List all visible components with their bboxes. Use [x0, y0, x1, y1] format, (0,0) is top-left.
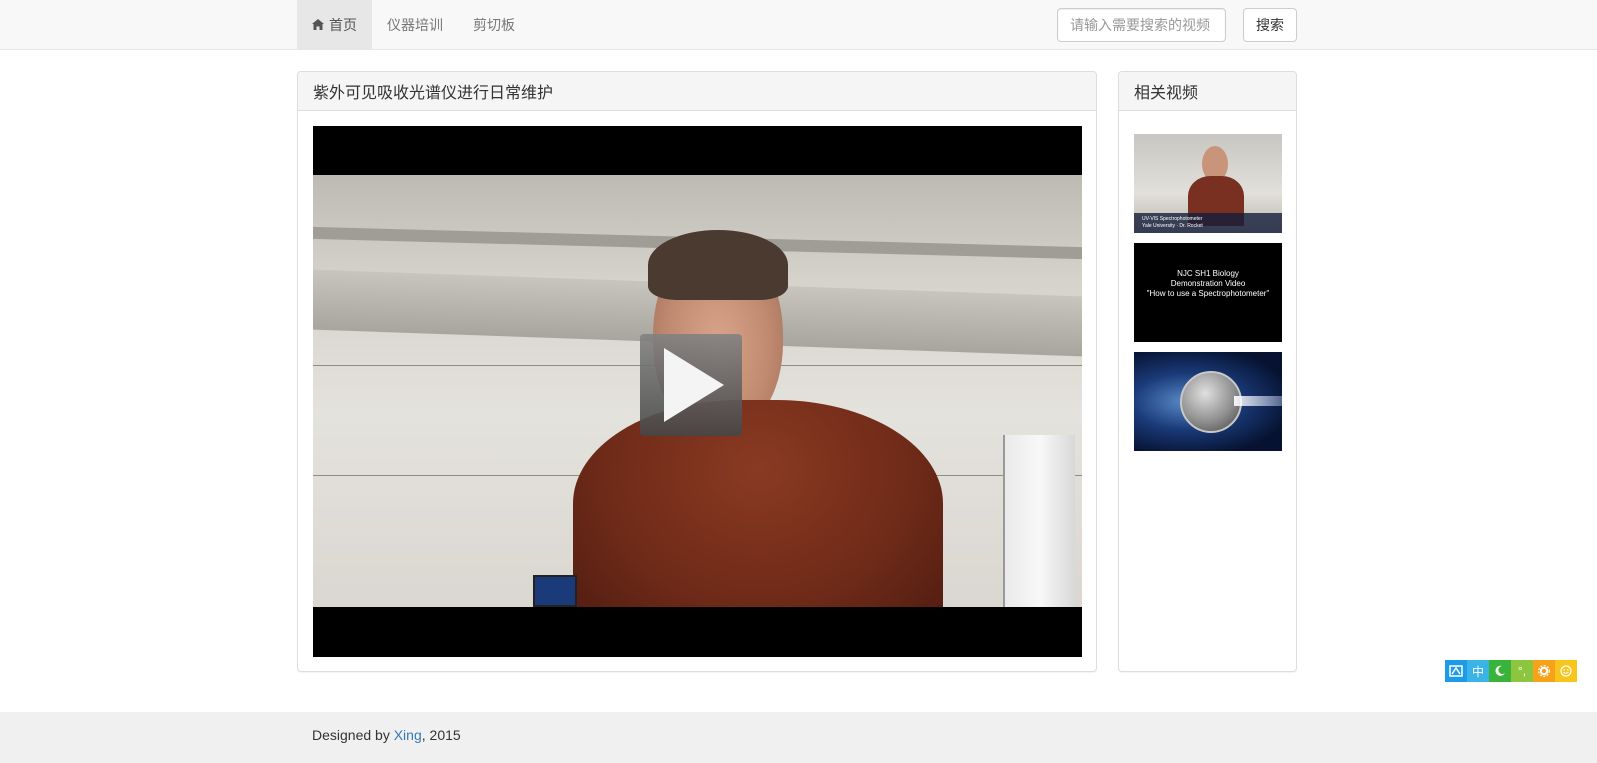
related-videos-title: 相关视频 — [1119, 72, 1296, 111]
related-video-thumbnail-1[interactable]: UV-VIS Spectrophotometer Yale University… — [1134, 134, 1282, 233]
thumb-text-line2: Demonstration Video — [1170, 278, 1246, 288]
ime-logo-icon[interactable] — [1445, 660, 1467, 682]
top-navbar: 首页 仪器培训 剪切板 搜索 — [0, 0, 1597, 50]
lab-equipment — [1003, 435, 1075, 607]
nav-item-clipboard-label: 剪切板 — [473, 16, 515, 33]
video-title: 紫外可见吸收光谱仪进行日常维护 — [298, 72, 1096, 111]
thumb-sphere — [1180, 371, 1242, 433]
related-video-thumbnail-2[interactable]: NJC SH1 Biology Demonstration Video "How… — [1134, 243, 1282, 342]
thumb-light-beam — [1234, 396, 1282, 406]
video-player[interactable] — [313, 126, 1082, 657]
search-button[interactable]: 搜索 — [1243, 8, 1297, 42]
nav-item-training[interactable]: 仪器培训 — [372, 0, 458, 49]
smiley-icon[interactable] — [1555, 660, 1577, 682]
nav-item-home[interactable]: 首页 — [297, 0, 372, 49]
nav-item-clipboard[interactable]: 剪切板 — [458, 0, 530, 49]
related-videos-panel: 相关视频 UV-VIS Spectrophotometer Yale Unive… — [1118, 71, 1297, 672]
footer-author-link[interactable]: Xing — [394, 727, 422, 743]
presenter-hair — [648, 230, 788, 300]
play-icon — [664, 348, 724, 422]
nav-item-home-label: 首页 — [329, 16, 357, 33]
play-button[interactable] — [640, 334, 742, 436]
footer-suffix: , 2015 — [421, 727, 461, 743]
moon-icon[interactable] — [1489, 660, 1511, 682]
search-input[interactable] — [1057, 8, 1226, 42]
footer-prefix: Designed by — [312, 727, 394, 743]
footer: Designed by Xing, 2015 — [0, 712, 1597, 763]
video-panel: 紫外可见吸收光谱仪进行日常维护 — [297, 71, 1097, 672]
presenter-body — [573, 400, 943, 607]
chinese-mode-icon[interactable]: 中 — [1467, 660, 1489, 682]
footer-credit: Designed by Xing, 2015 — [312, 727, 461, 743]
related-video-thumbnail-3[interactable] — [1134, 352, 1282, 451]
thumb-caption-line1: UV-VIS Spectrophotometer — [1142, 216, 1203, 222]
ime-toolbar: 中 °, — [1445, 660, 1577, 682]
thumb-text-line1: NJC SH1 Biology — [1177, 268, 1239, 278]
thumb-caption-line2: Yale University · Dr. Rocket — [1142, 223, 1203, 229]
nav-item-training-label: 仪器培训 — [387, 16, 443, 33]
settings-icon[interactable] — [1533, 660, 1555, 682]
handheld-device — [533, 575, 577, 607]
thumb-caption: UV-VIS Spectrophotometer Yale University… — [1134, 213, 1282, 233]
punctuation-icon[interactable]: °, — [1511, 660, 1533, 682]
thumb-text-line3: "How to use a Spectrophotometer" — [1146, 288, 1270, 298]
home-icon — [312, 19, 324, 30]
main-nav: 首页 仪器培训 剪切板 — [297, 0, 530, 49]
